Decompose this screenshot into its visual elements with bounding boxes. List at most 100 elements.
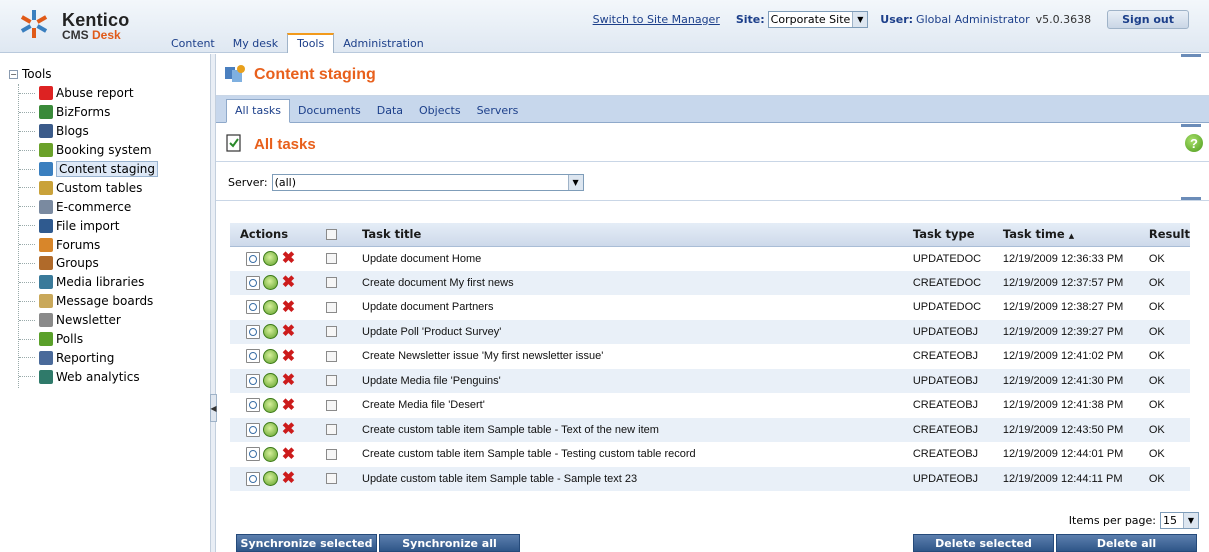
minimize-marker[interactable]: [1181, 54, 1201, 57]
synchronize-icon[interactable]: [263, 299, 278, 315]
delete-icon[interactable]: ✖: [281, 422, 296, 438]
tree-items: Abuse report BizForms Blogs Booking system C…: [18, 84, 159, 388]
synchronize-all-button[interactable]: Synchronize all: [379, 534, 520, 552]
row-checkbox[interactable]: [326, 253, 337, 265]
tab-content[interactable]: Content: [162, 33, 224, 53]
view-icon[interactable]: [246, 373, 260, 388]
row-select: [316, 442, 352, 467]
abuse-report-icon: [39, 86, 53, 101]
synchronize-selected-button[interactable]: Synchronize selected: [236, 534, 377, 552]
row-checkbox[interactable]: [326, 424, 337, 436]
tree-item-custom-tables[interactable]: Custom tables: [19, 178, 158, 197]
chevron-down-icon[interactable]: ▼: [567, 175, 583, 190]
site-select[interactable]: Corporate Site ▼: [767, 10, 869, 28]
tree-item-blogs[interactable]: Blogs: [19, 122, 158, 141]
tree-root[interactable]: − Tools: [9, 67, 52, 81]
row-checkbox[interactable]: [326, 399, 337, 411]
col-task-type[interactable]: Task type: [902, 223, 993, 247]
help-icon[interactable]: ?: [1185, 134, 1203, 152]
minimize-marker[interactable]: [1181, 124, 1201, 127]
task-time: 12/19/2009 12:41:38 PM: [1002, 399, 1124, 412]
switch-to-site-manager-link[interactable]: Switch to Site Manager: [593, 13, 720, 26]
tree-item-message-boards[interactable]: Message boards: [19, 292, 158, 311]
synchronize-icon[interactable]: [263, 251, 278, 266]
sign-out-button[interactable]: Sign out: [1107, 9, 1189, 29]
chevron-down-icon[interactable]: ▼: [1183, 513, 1198, 528]
synchronize-icon[interactable]: [263, 397, 278, 413]
task-title: Update custom table item Sample table - …: [352, 466, 903, 491]
delete-icon[interactable]: ✖: [281, 251, 296, 267]
synchronize-icon[interactable]: [263, 348, 278, 364]
delete-icon[interactable]: ✖: [281, 397, 296, 413]
view-icon[interactable]: [246, 471, 260, 486]
file-import-icon: [39, 218, 53, 233]
synchronize-icon[interactable]: [263, 446, 278, 462]
view-icon[interactable]: [246, 324, 260, 339]
synchronize-icon[interactable]: [263, 275, 278, 291]
task-result: OK: [1148, 448, 1165, 461]
tree-item-e-commerce[interactable]: E-commerce: [19, 197, 158, 216]
delete-icon[interactable]: ✖: [281, 275, 296, 291]
row-checkbox[interactable]: [326, 277, 337, 289]
tree-item-reporting[interactable]: Reporting: [19, 348, 158, 367]
tab-objects[interactable]: Objects: [411, 100, 469, 122]
all-tasks-icon: [226, 134, 241, 152]
items-per-page-select[interactable]: 15 ▼: [1160, 512, 1199, 529]
tree-item-booking-system[interactable]: Booking system: [19, 141, 158, 160]
tab-documents[interactable]: Documents: [290, 100, 369, 122]
tree-item-bizforms[interactable]: BizForms: [19, 103, 158, 122]
select-all-checkbox[interactable]: [326, 229, 337, 241]
view-icon[interactable]: [246, 275, 260, 290]
tree-item-file-import[interactable]: File import: [19, 216, 158, 235]
row-checkbox[interactable]: [326, 473, 337, 485]
tree-item-forums[interactable]: Forums: [19, 235, 158, 254]
view-icon[interactable]: [246, 251, 260, 266]
tree-item-content-staging[interactable]: Content staging: [19, 160, 159, 179]
tab-tools[interactable]: Tools: [287, 33, 335, 53]
synchronize-icon[interactable]: [263, 373, 278, 389]
view-icon[interactable]: [246, 422, 260, 437]
delete-icon[interactable]: ✖: [281, 446, 296, 462]
tab-all-tasks[interactable]: All tasks: [226, 99, 291, 123]
row-checkbox[interactable]: [326, 301, 337, 313]
delete-icon[interactable]: ✖: [281, 373, 296, 389]
tab-servers[interactable]: Servers: [469, 100, 527, 122]
row-checkbox[interactable]: [326, 448, 337, 460]
server-select[interactable]: (all) ▼: [271, 174, 584, 191]
tree-item-web-analytics[interactable]: Web analytics: [19, 367, 158, 386]
content-staging-icon: [39, 162, 53, 176]
task-result: OK: [1138, 270, 1190, 295]
view-icon[interactable]: [246, 349, 260, 364]
delete-icon[interactable]: ✖: [281, 471, 296, 487]
tree-item-media-libraries[interactable]: Media libraries: [19, 273, 158, 292]
synchronize-icon[interactable]: [263, 324, 278, 340]
tree-item-groups[interactable]: Groups: [19, 254, 158, 273]
col-task-time[interactable]: Task time ▲: [992, 223, 1139, 247]
tree-item-polls[interactable]: Polls: [19, 330, 158, 349]
user-label: User:: [880, 12, 914, 26]
row-checkbox[interactable]: [326, 350, 337, 362]
tab-data[interactable]: Data: [369, 100, 411, 122]
synchronize-icon[interactable]: [263, 471, 278, 487]
row-checkbox[interactable]: [326, 375, 337, 387]
view-icon[interactable]: [246, 398, 260, 413]
view-icon[interactable]: [246, 447, 260, 462]
delete-icon[interactable]: ✖: [281, 299, 296, 315]
delete-all-button[interactable]: Delete all: [1056, 534, 1197, 552]
tree-item-abuse-report[interactable]: Abuse report: [19, 84, 158, 103]
col-task-title[interactable]: Task title: [352, 223, 903, 247]
tab-administration[interactable]: Administration: [334, 33, 433, 53]
view-icon[interactable]: [246, 300, 260, 315]
minimize-marker[interactable]: [1181, 197, 1201, 200]
col-result[interactable]: Result: [1138, 223, 1190, 247]
delete-icon[interactable]: ✖: [281, 324, 296, 340]
delete-icon[interactable]: ✖: [281, 348, 296, 364]
row-checkbox[interactable]: [326, 326, 337, 338]
synchronize-icon[interactable]: [263, 422, 278, 438]
brand-name: Kentico: [62, 10, 130, 30]
tree-item-newsletter[interactable]: Newsletter: [19, 311, 158, 330]
chevron-down-icon[interactable]: ▼: [852, 11, 868, 27]
delete-selected-button[interactable]: Delete selected: [913, 534, 1054, 552]
tab-my-desk[interactable]: My desk: [224, 33, 287, 53]
collapse-icon[interactable]: −: [9, 69, 18, 79]
